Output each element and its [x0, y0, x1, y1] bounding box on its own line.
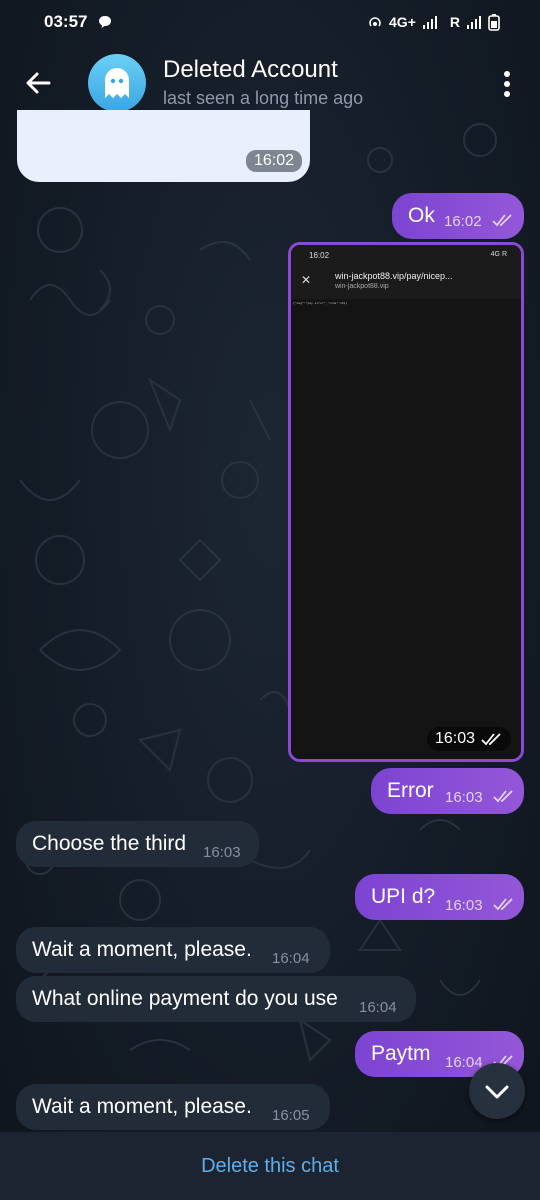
- message-time: 16:03: [434, 730, 475, 747]
- double-check-icon: [493, 898, 513, 911]
- chat-title[interactable]: Deleted Account: [163, 56, 338, 84]
- screenshot-status-time: 16:02: [309, 251, 330, 260]
- ghost-avatar-icon: [105, 68, 129, 98]
- message-time: 16:05: [272, 1107, 310, 1124]
- delete-chat-button[interactable]: Delete this chat: [0, 1132, 540, 1200]
- screenshot-url: win-jackpot88.vip/pay/nicep...: [335, 271, 453, 281]
- double-check-icon: [493, 790, 513, 803]
- screenshot-browser-bar: 16:02 4G R ✕ win-jackpot88.vip/pay/nicep…: [291, 245, 521, 299]
- message-text: Wait a moment, please.: [32, 938, 252, 961]
- message-bubble-incoming[interactable]: Wait a moment, please. 16:05: [16, 1084, 330, 1130]
- image-message[interactable]: 16:02 4G R ✕ win-jackpot88.vip/pay/nicep…: [288, 242, 524, 762]
- message-text: Error: [387, 779, 434, 802]
- network-type: 4G+: [389, 14, 416, 30]
- message-text: UPI d?: [371, 885, 436, 908]
- message-bubble-incoming[interactable]: Wait a moment, please. 16:04: [16, 927, 330, 973]
- message-text: Ok: [408, 204, 435, 227]
- more-vertical-icon[interactable]: [495, 68, 519, 100]
- message-time: 16:04: [359, 999, 397, 1016]
- chat-notification-icon: [98, 15, 112, 34]
- message-bubble-outgoing[interactable]: Error 16:03: [371, 768, 524, 814]
- battery-icon: [488, 14, 500, 31]
- status-icons: 4G+ R: [367, 13, 500, 31]
- message-time: 16:03: [445, 897, 483, 914]
- status-bar: 03:57 4G+ R: [0, 0, 540, 44]
- roaming-indicator: R: [449, 14, 460, 30]
- back-arrow-icon[interactable]: [22, 66, 56, 100]
- message-text: What online payment do you use: [32, 987, 338, 1010]
- double-check-icon: [481, 733, 501, 746]
- image-timestamp: 16:03: [426, 727, 511, 751]
- double-check-icon: [492, 214, 512, 227]
- scroll-to-bottom-button[interactable]: [469, 1063, 525, 1119]
- screenshot-status-icons: 4G R: [490, 251, 507, 258]
- signal-icon-2: [467, 16, 481, 29]
- message-time: 16:03: [445, 789, 483, 806]
- screenshot-domain: win-jackpot88.vip: [335, 283, 389, 290]
- message-bubble-incoming[interactable]: 16:02: [17, 110, 310, 182]
- message-time: 16:02: [245, 150, 302, 172]
- signal-icon: [422, 16, 437, 29]
- message-text: Paytm: [371, 1042, 431, 1065]
- screenshot-body-text: {"msg":"pay error","code":101}: [293, 301, 348, 305]
- screenshot-page-body: {"msg":"pay error","code":101}: [291, 299, 521, 759]
- message-text: Wait a moment, please.: [32, 1095, 252, 1118]
- message-text: Choose the third: [32, 832, 187, 855]
- message-bubble-incoming[interactable]: What online payment do you use 16:04: [16, 976, 416, 1022]
- chevron-down-icon: [485, 1085, 509, 1099]
- message-time: 16:02: [444, 213, 482, 230]
- message-time: 16:04: [272, 950, 310, 967]
- status-time: 03:57: [44, 12, 88, 31]
- last-seen-status: last seen a long time ago: [163, 88, 364, 108]
- message-bubble-outgoing[interactable]: Ok 16:02: [392, 193, 524, 239]
- screenshot-close-icon: ✕: [301, 273, 312, 287]
- hotspot-icon: [369, 17, 381, 27]
- message-time: 16:03: [203, 844, 241, 861]
- message-bubble-outgoing[interactable]: UPI d? 16:03: [355, 874, 524, 920]
- message-bubble-incoming[interactable]: Choose the third 16:03: [16, 821, 259, 867]
- avatar[interactable]: [88, 54, 146, 112]
